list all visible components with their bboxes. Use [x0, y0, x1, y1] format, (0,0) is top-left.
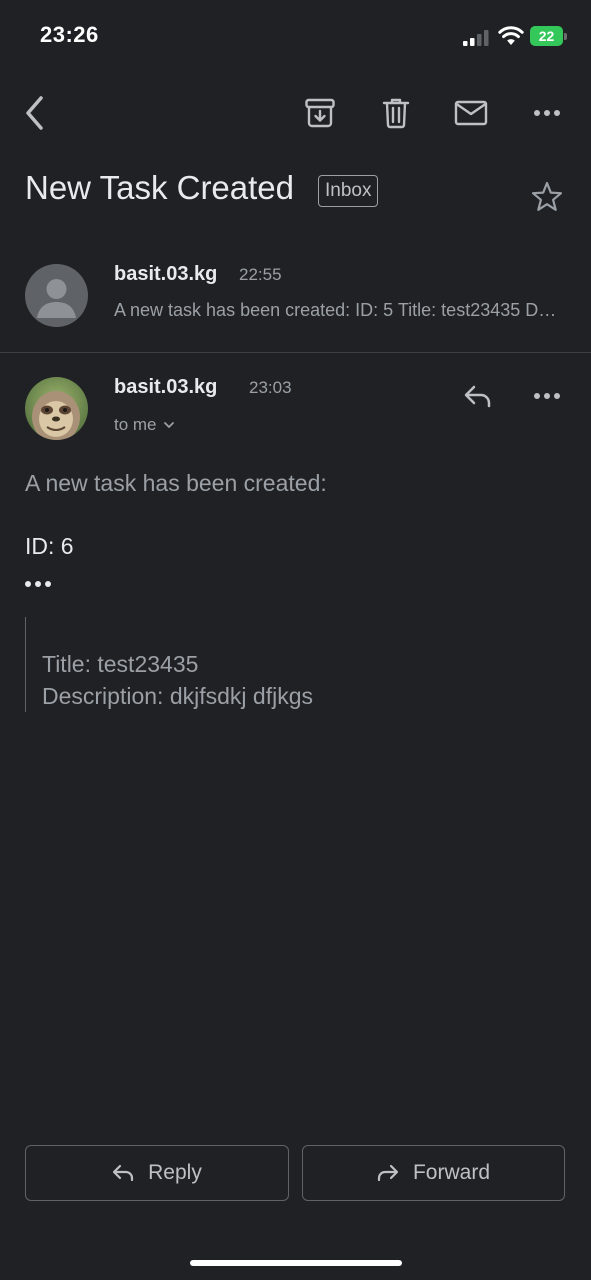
recipient-details-toggle[interactable]: to me — [114, 415, 175, 435]
avatar[interactable] — [25, 377, 88, 440]
more-horizontal-icon — [534, 393, 560, 399]
battery-level: 22 — [538, 28, 555, 44]
trash-icon — [382, 98, 410, 129]
recipient-label: to me — [114, 415, 157, 434]
dot-icon — [25, 581, 31, 587]
message-divider — [0, 352, 591, 353]
envelope-icon — [454, 100, 488, 126]
quoted-description: Description: dkjfsdkj dfjkgs — [42, 683, 313, 709]
message-body-id: ID: 6 — [25, 533, 74, 559]
chevron-down-icon — [163, 422, 174, 428]
message-time: 23:03 — [249, 378, 292, 397]
show-trimmed-content-button[interactable] — [25, 572, 57, 596]
email-toolbar — [0, 85, 591, 141]
label-chip-inbox[interactable]: Inbox — [318, 175, 379, 207]
home-indicator[interactable] — [190, 1260, 402, 1266]
forward-icon — [377, 1164, 399, 1182]
dot-icon — [45, 581, 51, 587]
mark-unread-button[interactable] — [449, 91, 493, 135]
message-time: 22:55 — [239, 265, 282, 284]
forward-button[interactable]: Forward — [302, 1145, 565, 1201]
star-icon — [531, 181, 563, 211]
collapsed-message[interactable]: basit.03.kg 22:55 A new task has been cr… — [0, 248, 591, 352]
subject-row: New Task Created Inbox — [25, 165, 575, 221]
more-options-button[interactable] — [525, 91, 569, 135]
avatar — [25, 264, 88, 327]
person-icon — [37, 279, 76, 318]
archive-button[interactable] — [298, 91, 342, 135]
battery-icon: 22 — [530, 26, 567, 46]
reply-button-label: Reply — [148, 1161, 202, 1184]
sender-name: basit.03.kg — [114, 263, 218, 285]
status-time: 23:26 — [40, 22, 99, 47]
more-horizontal-icon — [534, 110, 560, 116]
message-more-button[interactable] — [525, 374, 569, 418]
reply-icon — [113, 1164, 134, 1182]
delete-button[interactable] — [374, 91, 418, 135]
cellular-signal-icon — [463, 30, 489, 46]
sloth-avatar-image — [25, 377, 88, 440]
archive-icon — [305, 98, 335, 128]
reply-button[interactable]: Reply — [25, 1145, 289, 1201]
chevron-left-icon — [26, 96, 43, 130]
quoted-title: Title: test23435 — [42, 651, 199, 677]
wifi-icon — [498, 26, 524, 45]
reply-icon-button[interactable] — [456, 374, 500, 418]
email-subject: New Task Created — [25, 169, 295, 206]
message-body-intro: A new task has been created: — [25, 470, 327, 496]
sender-name: basit.03.kg — [114, 376, 218, 398]
reply-icon — [464, 385, 491, 408]
forward-button-label: Forward — [412, 1161, 491, 1184]
dot-icon — [35, 581, 41, 587]
status-bar: 23:26 22 — [0, 0, 591, 70]
quoted-text: Title: test23435 Description: dkjfsdkj d… — [25, 617, 545, 712]
message-snippet: A new task has been created: ID: 5 Title… — [114, 300, 559, 320]
back-button[interactable] — [13, 91, 57, 135]
star-button[interactable] — [529, 179, 565, 215]
